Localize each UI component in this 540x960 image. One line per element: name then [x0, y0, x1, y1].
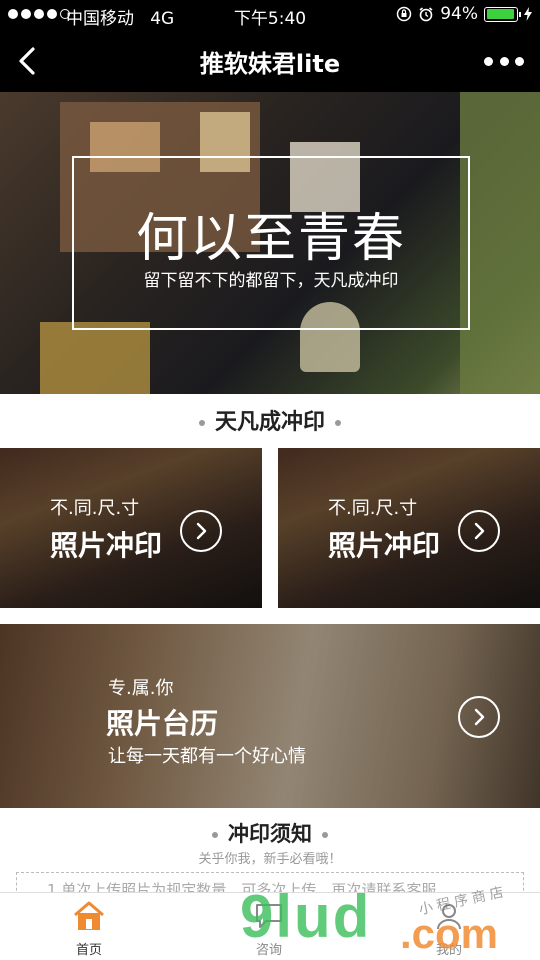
section-heading-tianfan: 天凡成冲印	[0, 404, 540, 436]
tab-label: 我的	[435, 943, 462, 958]
photo-calendar-card[interactable]: 专.属.你 照片台历 让每一天都有一个好心情	[0, 624, 540, 808]
hero-subtitle: 留下留不下的都留下，天凡成冲印	[143, 271, 399, 291]
tab-label: 首页	[75, 943, 102, 958]
tab-bar: 首页 咨询 我的	[0, 892, 540, 960]
bullet-dot	[198, 420, 205, 426]
charging-bolt-icon	[524, 7, 532, 21]
status-right: 94%	[396, 4, 532, 24]
battery-icon	[484, 6, 521, 22]
card-subtitle: 不.同.尺.寸	[50, 498, 140, 519]
section-heading-notice: 冲印须知	[0, 818, 540, 848]
bullet-dot	[335, 420, 341, 426]
hero-title: 何以至青春	[135, 209, 406, 269]
card-title: 照片冲印	[50, 529, 163, 562]
battery-level	[486, 9, 514, 19]
alarm-icon	[419, 7, 433, 22]
rotation-lock-icon	[396, 6, 412, 22]
section-title: 天凡成冲印	[214, 410, 325, 435]
tab-home[interactable]: 首页	[29, 899, 149, 958]
user-icon	[432, 899, 466, 933]
card-subtitle: 不.同.尺.寸	[328, 498, 418, 519]
page-title: 推软妹君lite	[199, 50, 341, 78]
tab-mine[interactable]: 我的	[389, 899, 509, 958]
bullet-dot	[212, 832, 218, 838]
card-title: 照片冲印	[328, 529, 441, 562]
card-subtitle: 专.属.你	[108, 678, 174, 699]
home-icon	[72, 899, 106, 933]
bullet-dot	[322, 832, 328, 838]
chevron-right-circle-icon[interactable]	[180, 510, 222, 552]
hero-frame: 何以至青春 留下留不下的都留下，天凡成冲印	[72, 156, 470, 330]
chat-icon	[252, 899, 286, 933]
photo-print-card-1[interactable]: 不.同.尺.寸 照片冲印	[0, 448, 262, 608]
more-menu-button[interactable]	[484, 50, 524, 72]
chevron-right-circle-icon[interactable]	[458, 696, 500, 738]
card-tagline: 让每一天都有一个好心情	[108, 746, 306, 767]
status-bar: 中国移动 4G 下午5:40 94%	[0, 0, 540, 30]
hero-banner[interactable]: 何以至青春 留下留不下的都留下，天凡成冲印	[0, 92, 540, 394]
tab-consult[interactable]: 咨询	[209, 899, 329, 958]
chevron-right-circle-icon[interactable]	[458, 510, 500, 552]
tab-label: 咨询	[255, 943, 282, 958]
photo-print-card-2[interactable]: 不.同.尺.寸 照片冲印	[278, 448, 540, 608]
battery-percent: 94%	[440, 4, 478, 24]
card-title: 照片台历	[106, 707, 219, 740]
nav-bar: 推软妹君lite	[0, 30, 540, 92]
section-title: 冲印须知	[228, 822, 312, 846]
notice-subtitle: 关乎你我，新手必看哦！	[198, 852, 342, 867]
